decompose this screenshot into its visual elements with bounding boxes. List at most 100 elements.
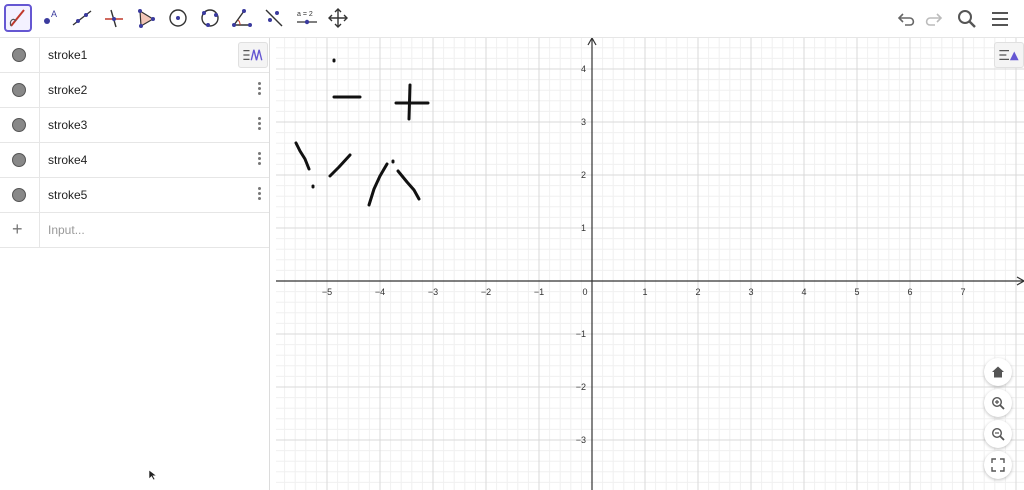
slider-icon: a = 2 [297,11,317,25]
redo-icon [925,13,943,26]
visibility-toggle[interactable] [0,73,40,107]
x-tick-label: 4 [801,287,806,297]
algebra-item-label[interactable]: stroke1 [48,48,87,62]
line-icon [72,10,92,26]
svg-text:a = 2: a = 2 [297,11,313,18]
stroke-check-right [328,153,352,178]
y-tick-label: −1 [576,329,586,339]
line-tool-button[interactable] [68,4,96,32]
algebra-item-label[interactable]: stroke3 [48,118,87,132]
search-button[interactable] [954,6,980,32]
circle-center-icon [169,9,187,27]
x-tick-label: −5 [322,287,332,297]
visibility-toggle[interactable] [0,108,40,142]
more-options-icon[interactable] [255,115,263,133]
visibility-dot-icon[interactable] [12,188,26,202]
svg-text:A: A [51,9,57,19]
fullscreen-button[interactable] [984,451,1012,479]
menu-button[interactable] [987,6,1013,32]
point-icon: A [44,9,57,24]
y-tick-label: −2 [576,382,586,392]
y-tick-label: 4 [581,64,586,74]
point-tool-button[interactable]: A [36,4,64,32]
home-view-button[interactable] [984,358,1012,386]
polygon-icon [138,9,155,28]
more-options-icon[interactable] [255,185,263,203]
y-tick-label: 3 [581,117,586,127]
add-item-cell[interactable]: + [0,213,40,247]
move-graphics-view-tool-button[interactable] [324,4,352,32]
x-tick-label: 1 [642,287,647,297]
stroke-caret-left [367,162,389,207]
algebra-item-stroke3[interactable]: stroke3 [0,108,269,143]
undo-icon [897,13,915,26]
home-icon [992,366,1004,378]
angle-tool-button[interactable] [228,4,256,32]
x-tick-label: 6 [907,287,912,297]
redo-button[interactable] [920,6,946,32]
x-tick-label: −1 [534,287,544,297]
x-tick-label: −3 [428,287,438,297]
algebra-input-field[interactable]: Input... [48,223,85,237]
move-arrows-icon [328,8,348,28]
perpendicular-icon [105,9,123,28]
hamburger-menu-icon [992,12,1008,26]
polygon-tool-button[interactable] [132,4,160,32]
mouse-cursor-icon [148,469,158,481]
search-icon [958,10,976,28]
algebra-item-stroke2[interactable]: stroke2 [0,73,269,108]
algebra-item-label[interactable]: stroke4 [48,153,87,167]
x-tick-label: −2 [481,287,491,297]
y-tick-label: 2 [581,170,586,180]
more-options-icon[interactable] [255,150,263,168]
zoom-in-button[interactable] [984,389,1012,417]
algebra-view: stroke1 stroke2 stroke3 stroke4 stroke5 … [0,38,270,490]
algebra-item-label[interactable]: stroke5 [48,188,87,202]
x-tick-label: 7 [960,287,965,297]
toolbar: A a = 2 [0,0,1024,38]
zoom-out-button[interactable] [984,420,1012,448]
algebra-input-row[interactable]: + Input... [0,213,269,248]
visibility-dot-icon[interactable] [12,48,26,62]
angle-icon [232,9,252,27]
circle-three-points-tool-button[interactable] [196,4,224,32]
circle-center-tool-button[interactable] [164,4,192,32]
zoom-out-icon [991,427,1005,441]
algebra-item-stroke5[interactable]: stroke5 [0,178,269,213]
y-tick-label: −3 [576,435,586,445]
visibility-toggle[interactable] [0,38,40,72]
pen-tool-button[interactable] [4,4,32,32]
perpendicular-line-tool-button[interactable] [100,4,128,32]
undo-button[interactable] [894,6,920,32]
visibility-toggle[interactable] [0,143,40,177]
pen-icon [9,9,25,27]
fullscreen-icon [991,458,1005,472]
algebra-view-style-button[interactable] [238,42,268,68]
slider-tool-button[interactable]: a = 2 [292,4,322,32]
y-tick-label: 1 [581,223,586,233]
x-tick-label: 3 [748,287,753,297]
x-tick-label: 2 [695,287,700,297]
plus-icon[interactable]: + [12,219,23,240]
visibility-dot-icon[interactable] [12,153,26,167]
more-options-icon[interactable] [255,80,263,98]
zoom-in-icon [991,396,1005,410]
graphics-style-button[interactable] [994,42,1024,68]
algebra-description-icon [243,49,263,61]
graphics-style-icon [999,50,1019,61]
x-tick-label: 5 [854,287,859,297]
graphics-view[interactable]: −5 −4 −3 −2 −1 0 1 2 3 4 5 6 7 4 3 2 1 −1 −2 −3 [276,38,1024,490]
visibility-dot-icon[interactable] [12,83,26,97]
algebra-item-label[interactable]: stroke2 [48,83,87,97]
visibility-toggle[interactable] [0,178,40,212]
stroke-check-left [294,141,311,171]
reflect-icon [265,9,283,27]
x-tick-label: −4 [375,287,385,297]
circle-three-points-icon [201,9,219,27]
graphics-canvas[interactable]: −5 −4 −3 −2 −1 0 1 2 3 4 5 6 7 4 3 2 1 −1 −2 −3 [276,38,1024,490]
visibility-dot-icon[interactable] [12,118,26,132]
reflect-tool-button[interactable] [260,4,288,32]
x-tick-label: 0 [582,287,587,297]
algebra-item-stroke1[interactable]: stroke1 [0,38,269,73]
algebra-item-stroke4[interactable]: stroke4 [0,143,269,178]
